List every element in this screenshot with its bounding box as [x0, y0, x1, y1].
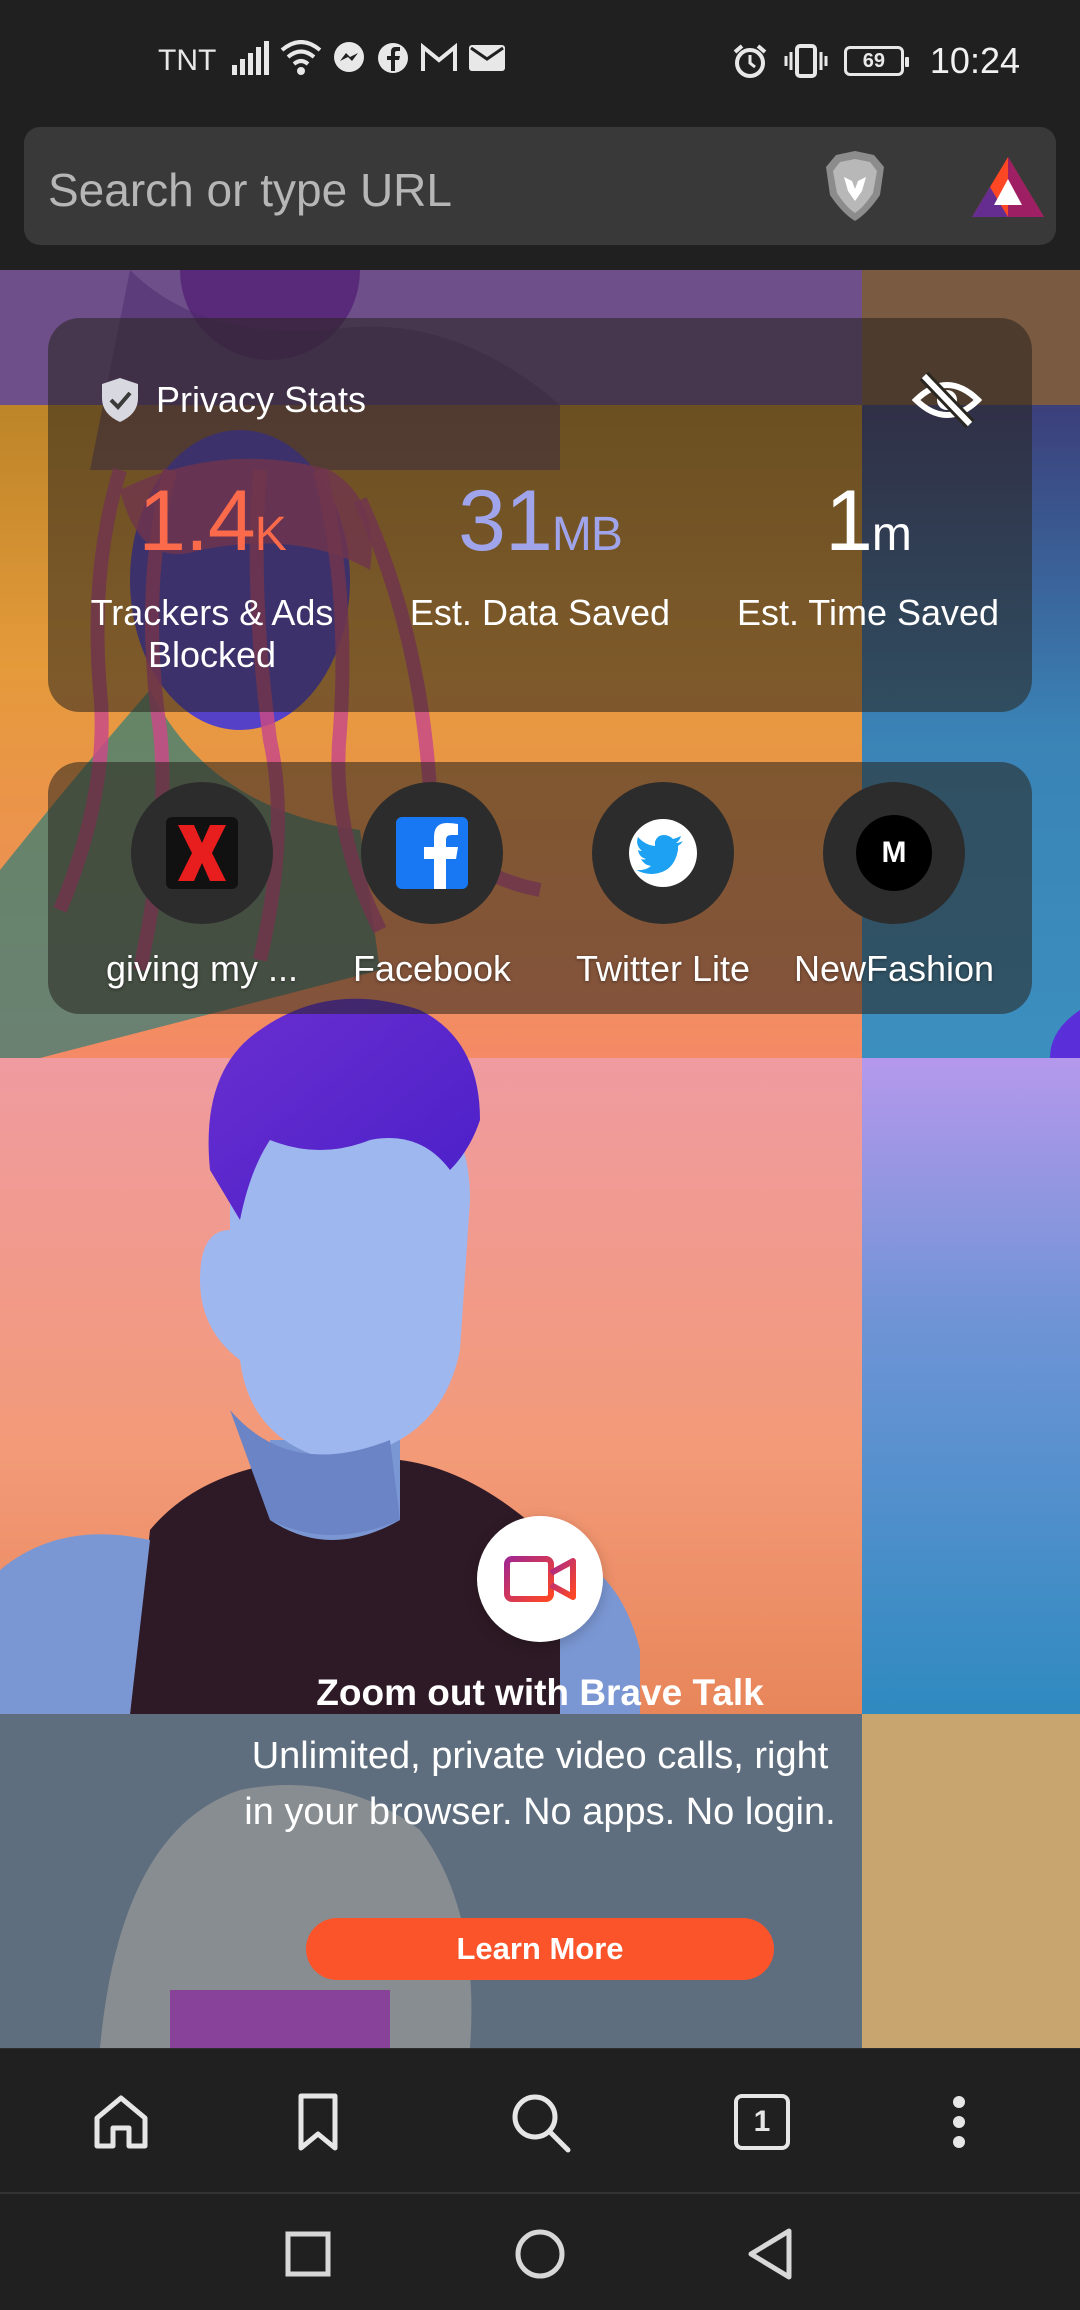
top-site-tile[interactable]: Facebook — [322, 782, 542, 990]
status-icons-right: 69 10:24 — [732, 40, 1020, 82]
alarm-icon — [733, 44, 767, 78]
signal-icon — [232, 41, 269, 75]
top-site-label: Facebook — [352, 948, 512, 989]
brave-rewards-button[interactable] — [968, 151, 1048, 223]
brave-lion-icon — [826, 151, 884, 221]
back-triangle-icon — [748, 2228, 792, 2280]
facebook-icon — [396, 817, 468, 889]
clock: 10:24 — [929, 40, 1020, 81]
stat-trackers-label: Trackers & Ads Blocked — [90, 592, 334, 675]
facebook-status-icon — [378, 43, 408, 73]
home-icon — [94, 2095, 148, 2149]
top-site-icon-circle: M — [823, 782, 965, 924]
status-icons-left — [230, 40, 506, 76]
bat-triangle-icon — [972, 157, 1044, 217]
top-site-label: NewFashion — [793, 948, 995, 989]
top-site-label: Twitter Lite — [575, 948, 751, 989]
privacy-stats-card: Privacy Stats 1.4K Trackers & Ads Blocke… — [48, 318, 1032, 712]
gmail-icon — [421, 43, 457, 71]
address-bar-area: Search or type URL — [0, 125, 1080, 270]
square-icon — [285, 2231, 331, 2277]
carrier-label: TNT — [158, 44, 217, 77]
battery-icon: 69 — [843, 46, 909, 76]
bookmarks-button[interactable] — [283, 2087, 353, 2157]
promo-body: Unlimited, private video calls, right in… — [244, 1735, 836, 1833]
shield-check-icon — [102, 378, 138, 422]
newfashion-icon: M — [856, 815, 932, 891]
brave-talk-badge[interactable] — [477, 1516, 603, 1642]
x-logo-icon — [166, 817, 238, 889]
wifi-icon — [280, 40, 322, 75]
back-button[interactable] — [738, 2222, 802, 2286]
circle-icon — [515, 2229, 565, 2279]
recents-button[interactable] — [276, 2222, 340, 2286]
bookmark-icon — [298, 2093, 338, 2151]
top-site-tile[interactable]: giving my ... — [92, 782, 312, 990]
top-sites-card: giving my ... Facebook Twitter Lite M Ne… — [48, 762, 1032, 1014]
status-bar: TNT 69 10:24 — [0, 0, 1080, 125]
top-site-icon-circle — [131, 782, 273, 924]
stat-trackers: 1.4K Trackers & Ads Blocked — [62, 478, 362, 676]
twitter-icon — [629, 819, 697, 887]
video-camera-icon — [504, 1556, 576, 1602]
system-nav-bar — [0, 2192, 1080, 2310]
privacy-stats-title: Privacy Stats — [156, 379, 367, 420]
stat-data-label: Est. Data Saved — [409, 592, 671, 633]
top-site-icon-circle — [361, 782, 503, 924]
home-button[interactable] — [86, 2087, 156, 2157]
promo-title: Zoom out with Brave Talk — [316, 1672, 764, 1713]
top-site-label: giving my ... — [105, 948, 299, 989]
top-site-tile[interactable]: Twitter Lite — [553, 782, 773, 990]
search-placeholder: Search or type URL — [48, 164, 452, 216]
home-nav-button[interactable] — [508, 2222, 572, 2286]
stat-time-saved: 1m Est. Time Saved — [718, 478, 1018, 634]
tab-count-icon: 1 — [734, 2094, 790, 2150]
brave-shields-button[interactable] — [816, 147, 894, 225]
vibrate-icon — [784, 44, 828, 78]
learn-more-button[interactable]: Learn More — [306, 1918, 774, 1980]
top-site-icon-circle — [592, 782, 734, 924]
search-input[interactable]: Search or type URL — [24, 127, 1056, 245]
stat-time-label: Est. Time Saved — [736, 592, 1000, 633]
bottom-toolbar: 1 — [0, 2048, 1080, 2192]
menu-button[interactable] — [924, 2087, 994, 2157]
privacy-stats-header: Privacy Stats — [98, 376, 366, 424]
stat-data-value: 31MB — [458, 473, 623, 569]
search-button[interactable] — [505, 2087, 575, 2157]
mail-icon — [469, 45, 505, 71]
messenger-icon — [334, 42, 364, 72]
hide-stats-button[interactable] — [911, 370, 983, 430]
stat-trackers-value: 1.4K — [138, 473, 287, 569]
eye-off-icon — [911, 371, 983, 429]
more-vertical-icon — [953, 2096, 965, 2148]
search-icon — [512, 2094, 571, 2153]
stat-data-saved: 31MB Est. Data Saved — [390, 478, 690, 634]
stat-time-value: 1m — [825, 473, 912, 569]
top-site-tile[interactable]: M NewFashion — [784, 782, 1004, 990]
tabs-button[interactable]: 1 — [727, 2087, 797, 2157]
